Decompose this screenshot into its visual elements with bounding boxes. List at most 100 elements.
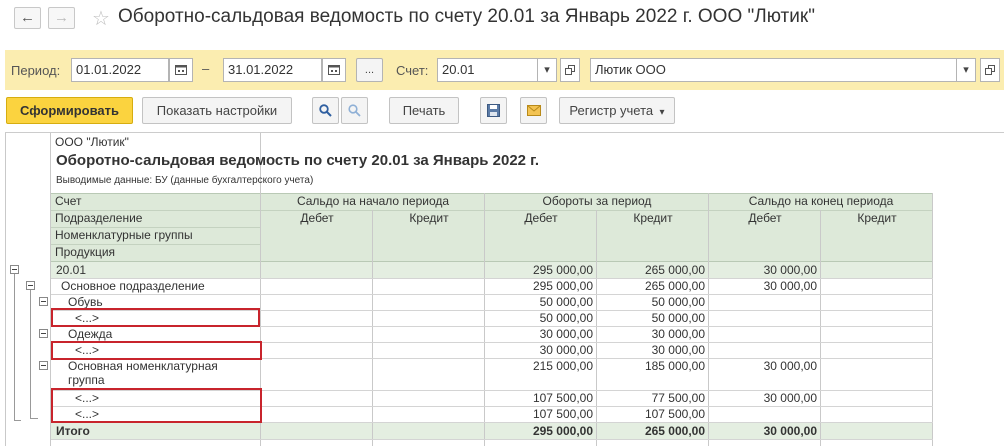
cell-turnover-debit: 30 000,00 — [539, 343, 593, 357]
account-open-button[interactable] — [560, 58, 580, 82]
search-next-icon — [348, 104, 361, 117]
print-button[interactable]: Печать — [389, 97, 459, 124]
cell-turnover-credit: 50 000,00 — [651, 295, 705, 309]
account-field[interactable]: 20.01 — [437, 58, 538, 82]
grid-line — [51, 193, 933, 194]
save-icon — [487, 104, 500, 117]
cell-turnover-credit: 30 000,00 — [651, 343, 705, 357]
cell-total-turnover-credit: 265 000,00 — [644, 424, 705, 438]
cell-turnover-debit: 295 000,00 — [532, 279, 593, 293]
collapse-icon[interactable] — [10, 265, 19, 274]
cell-turnover-credit: 265 000,00 — [644, 279, 705, 293]
period-select-button[interactable]: ... — [356, 58, 383, 82]
grid-line — [261, 210, 933, 211]
grid-line — [51, 439, 933, 440]
send-email-button[interactable] — [520, 97, 547, 124]
organization-dropdown-button[interactable]: ▾ — [956, 58, 976, 82]
grid-line — [372, 210, 373, 446]
save-button[interactable] — [480, 97, 507, 124]
report-output-data: Выводимые данные: БУ (данные бухгалтерск… — [56, 175, 314, 186]
cell-turnover-credit: 107 500,00 — [644, 407, 705, 421]
favorite-star-icon[interactable]: ☆ — [92, 6, 110, 31]
tree-line — [14, 420, 21, 421]
collapse-icon[interactable] — [39, 361, 48, 370]
header-product: Продукция — [55, 245, 116, 259]
window-title: Оборотно-сальдовая ведомость по счету 20… — [118, 6, 815, 27]
cell-turnover-credit: 265 000,00 — [644, 263, 705, 277]
header-opening: Сальдо на начало периода — [296, 194, 450, 208]
highlight-box — [51, 388, 262, 423]
period-label: Период: — [11, 63, 61, 78]
row-label-group: Обувь — [68, 295, 103, 309]
show-settings-button[interactable]: Показать настройки — [142, 97, 292, 124]
account-label: Счет: — [396, 63, 429, 78]
register-label: Регистр учета — [569, 103, 654, 118]
report-heading: Оборотно-сальдовая ведомость по счету 20… — [56, 152, 540, 169]
register-dropdown-button[interactable]: Регистр учета ▾ — [559, 97, 675, 124]
organization-field[interactable]: Лютик ООО — [590, 58, 957, 82]
cell-turnover-credit: 50 000,00 — [651, 311, 705, 325]
header-account: Счет — [55, 194, 82, 208]
forward-button[interactable]: → — [48, 7, 75, 29]
cell-turnover-debit: 107 500,00 — [532, 407, 593, 421]
tree-line — [14, 274, 15, 420]
cell-turnover-debit: 215 000,00 — [532, 359, 593, 373]
account-dropdown-button[interactable]: ▾ — [537, 58, 557, 82]
cell-closing-debit: 30 000,00 — [763, 391, 817, 405]
collapse-icon[interactable] — [39, 329, 48, 338]
period-dash: – — [202, 61, 210, 76]
tree-line — [30, 290, 31, 418]
row-label-group: Одежда — [68, 327, 113, 341]
grid-line — [51, 244, 261, 245]
calendar-icon — [175, 65, 187, 75]
generate-button[interactable]: Сформировать — [6, 97, 133, 124]
header-turnover: Обороты за период — [542, 194, 652, 208]
cell-turnover-credit: 77 500,00 — [651, 391, 705, 405]
cell-turnover-debit: 50 000,00 — [539, 311, 593, 325]
collapse-icon[interactable] — [39, 297, 48, 306]
header-closing: Сальдо на конец периода — [748, 194, 894, 208]
cell-total-turnover-debit: 295 000,00 — [532, 424, 593, 438]
envelope-icon — [526, 105, 541, 116]
open-window-icon — [565, 65, 575, 75]
header-nomenclature: Номенклатурные группы — [55, 228, 193, 242]
row-label-total: Итого — [56, 424, 90, 438]
grid-line — [51, 210, 261, 211]
date-from-field[interactable]: 01.01.2022 — [71, 58, 169, 82]
search-icon — [319, 104, 332, 117]
open-window-icon — [985, 65, 995, 75]
cell-closing-debit: 30 000,00 — [763, 359, 817, 373]
header-division: Подразделение — [55, 211, 143, 225]
date-to-field[interactable]: 31.01.2022 — [223, 58, 322, 82]
cell-total-closing-debit: 30 000,00 — [763, 424, 817, 438]
header-debit: Дебет — [300, 211, 334, 225]
grid-line — [51, 227, 261, 228]
chevron-down-icon: ▾ — [656, 107, 665, 118]
back-button[interactable]: ← — [14, 7, 41, 29]
cell-turnover-debit: 30 000,00 — [539, 327, 593, 341]
margin-line — [5, 133, 6, 446]
calendar-icon — [328, 65, 340, 75]
search-button[interactable] — [312, 97, 339, 124]
row-label-group-cont: группа — [68, 373, 105, 387]
search-next-button[interactable] — [341, 97, 368, 124]
grid-line — [708, 193, 709, 446]
row-label-division: Основное подразделение — [61, 279, 205, 293]
grid-line — [820, 210, 821, 446]
cell-closing-debit: 30 000,00 — [763, 263, 817, 277]
arrow-right-icon: → — [54, 9, 69, 26]
cell-turnover-debit: 295 000,00 — [532, 263, 593, 277]
arrow-left-icon: ← — [20, 9, 35, 26]
organization-open-button[interactable] — [980, 58, 1000, 82]
tree-line — [30, 418, 38, 419]
grid-line — [932, 193, 933, 446]
calendar-to-button[interactable] — [322, 58, 346, 82]
highlight-box — [51, 341, 262, 360]
chevron-down-icon: ▾ — [963, 64, 969, 76]
cell-turnover-debit: 50 000,00 — [539, 295, 593, 309]
collapse-icon[interactable] — [26, 281, 35, 290]
chevron-down-icon: ▾ — [544, 64, 550, 76]
header-credit: Кредит — [409, 211, 449, 225]
row-label-account: 20.01 — [56, 263, 87, 277]
calendar-from-button[interactable] — [169, 58, 193, 82]
